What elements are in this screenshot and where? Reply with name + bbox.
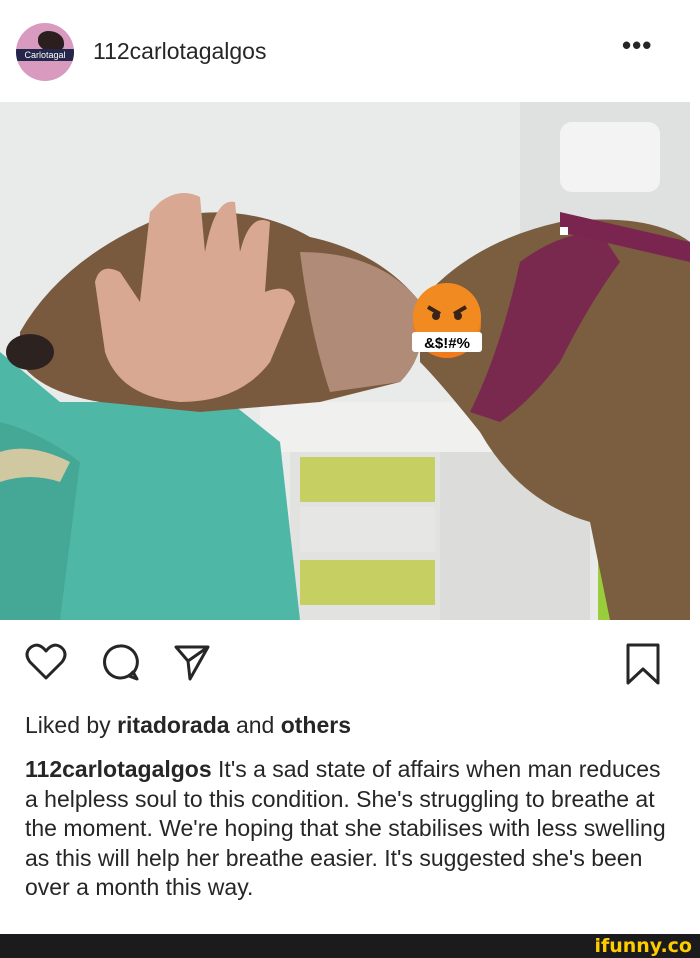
avatar-text: Carlotagal xyxy=(24,50,66,60)
emoji-censored-text: &$!#% xyxy=(424,335,470,352)
post-photo[interactable]: &$!#% xyxy=(0,102,690,620)
share-icon[interactable] xyxy=(172,642,212,682)
post-actions xyxy=(0,630,700,700)
bookmark-icon[interactable] xyxy=(625,642,661,686)
caption-username[interactable]: 112carlotagalgos xyxy=(25,756,212,782)
comment-icon[interactable] xyxy=(100,642,140,682)
more-horizontal-icon[interactable]: ••• xyxy=(622,30,652,61)
likes-prefix: Liked by xyxy=(25,712,111,738)
watermark-bar: ifunny.co xyxy=(0,934,700,958)
post-caption: 112carlotagalgos It's a sad state of aff… xyxy=(25,755,675,903)
likes-and: and xyxy=(235,712,275,738)
liked-by-user[interactable]: ritadorada xyxy=(117,712,229,738)
liked-others[interactable]: others xyxy=(281,712,351,738)
post-username[interactable]: 112carlotagalgos xyxy=(93,38,266,65)
heart-icon[interactable] xyxy=(24,642,68,682)
photo-illustration: &$!#% xyxy=(0,102,690,620)
avatar-dog-silhouette xyxy=(38,31,64,51)
post-header: Carlotagal 112carlotagalgos ••• xyxy=(0,0,700,102)
ifunny-watermark: ifunny.co xyxy=(594,935,692,957)
likes-line: Liked by ritadorada and others xyxy=(25,712,351,739)
avatar[interactable]: Carlotagal xyxy=(16,23,74,81)
